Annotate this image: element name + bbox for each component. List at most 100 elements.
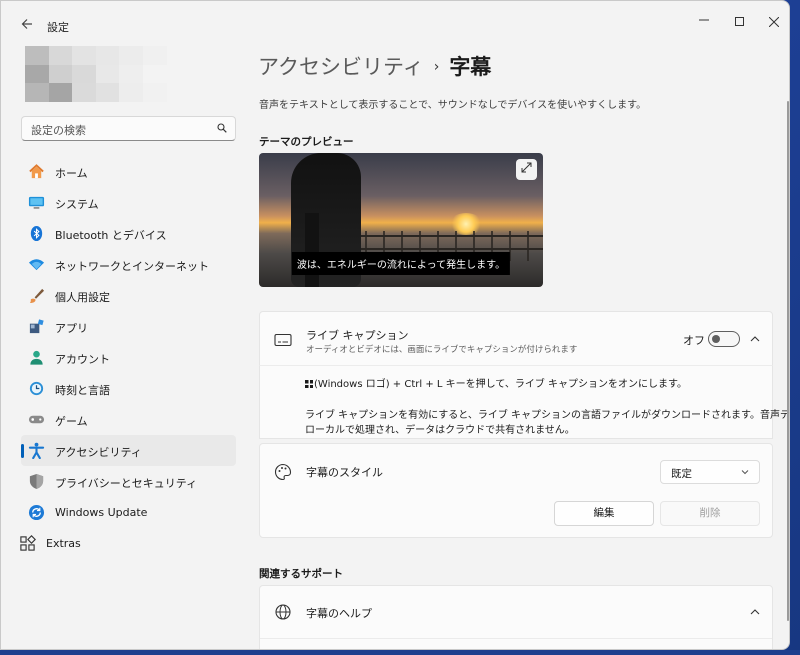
- minimize-button[interactable]: [688, 11, 720, 33]
- caption-style-value: 既定: [671, 468, 692, 480]
- avatar-tile: [119, 46, 143, 65]
- breadcrumb-separator: ›: [433, 59, 440, 75]
- delete-button[interactable]: 削除: [660, 501, 760, 526]
- sidebar-item-label: アプリ: [55, 322, 88, 335]
- avatar-tile: [142, 64, 167, 84]
- avatar-tile: [48, 83, 73, 102]
- avatar-tile: [95, 46, 120, 65]
- avatar-tile: [142, 83, 167, 102]
- maximize-button[interactable]: [723, 11, 755, 33]
- selection-indicator: [21, 444, 24, 458]
- sidebar-item-extras[interactable]: Extras: [20, 528, 236, 559]
- live-caption-card[interactable]: ライブ キャプション オーディオとビデオには、画面にライブでキャプションが付けら…: [259, 311, 773, 366]
- accessibility-icon: [28, 442, 45, 459]
- privacy-info-line1: ライブ キャプションを有効にすると、ライブ キャプションの言語ファイルがダウンロ…: [305, 410, 790, 421]
- avatar-tile: [72, 64, 96, 84]
- preview-heading: テーマのプレビュー: [259, 136, 354, 148]
- breadcrumb: アクセシビリティ › 字幕: [258, 51, 491, 81]
- sidebar-item-windows-update[interactable]: Windows Update: [21, 497, 236, 528]
- bluetooth-icon: [30, 225, 43, 242]
- extras-icon: [20, 535, 36, 551]
- home-icon: [29, 164, 44, 179]
- shortcut-hint: (Windows ロゴ) + Ctrl + L キーを押して、ライブ キャプショ…: [305, 375, 687, 390]
- caption-help-card[interactable]: 字幕のヘルプ: [259, 585, 773, 649]
- close-icon: [768, 16, 780, 28]
- avatar-tile: [119, 83, 143, 102]
- toggle-state-label: オフ: [683, 334, 705, 347]
- sidebar-item-label: システム: [55, 198, 99, 211]
- avatar-tile: [95, 83, 120, 102]
- avatar-tile: [72, 46, 96, 65]
- edit-button[interactable]: 編集: [554, 501, 654, 526]
- avatar-tile: [48, 64, 73, 84]
- avatar[interactable]: [25, 46, 167, 102]
- caption-style-select[interactable]: 既定: [660, 460, 760, 484]
- caption-sample: 波は、エネルギーの流れによって発生します。: [291, 252, 511, 275]
- search-icon: [217, 123, 227, 133]
- toggle-knob: [712, 335, 720, 343]
- expand-preview-button[interactable]: [516, 159, 537, 180]
- railing-top: [349, 235, 543, 237]
- scrollbar[interactable]: [787, 101, 789, 621]
- avatar-tile: [25, 64, 49, 84]
- palette-icon: [275, 463, 292, 481]
- sidebar-item-accessibility[interactable]: アクセシビリティ: [21, 435, 236, 466]
- sidebar-item-time-language[interactable]: 時刻と言語: [21, 373, 236, 404]
- sidebar-item-label: 時刻と言語: [55, 384, 110, 397]
- back-arrow-icon: [21, 19, 32, 29]
- live-caption-title: ライブ キャプション: [306, 329, 409, 342]
- person-leg: [305, 213, 319, 287]
- gaming-icon: [28, 415, 45, 424]
- title-bar: 設定: [1, 1, 789, 45]
- sidebar-item-home[interactable]: ホーム: [21, 156, 236, 187]
- sidebar-item-network[interactable]: ネットワークとインターネット: [21, 249, 236, 280]
- search-placeholder: 設定の検索: [31, 124, 86, 137]
- breadcrumb-parent[interactable]: アクセシビリティ: [258, 55, 424, 79]
- page-title: 字幕: [449, 55, 492, 79]
- network-icon: [28, 259, 45, 271]
- sidebar-item-system[interactable]: システム: [21, 187, 236, 218]
- sidebar-item-privacy[interactable]: プライバシーとセキュリティ: [21, 466, 236, 497]
- account-icon: [30, 350, 43, 365]
- card-divider: [260, 638, 772, 639]
- time-language-icon: [29, 381, 44, 396]
- caption-style-card: 字幕のスタイル 既定 編集 削除: [259, 443, 773, 538]
- back-button[interactable]: [17, 15, 37, 35]
- maximize-icon: [734, 17, 744, 26]
- expand-icon: [521, 162, 532, 173]
- live-caption-toggle[interactable]: [708, 331, 740, 347]
- sidebar-item-label: プライバシーとセキュリティ: [55, 477, 198, 490]
- search-input[interactable]: 設定の検索: [21, 116, 236, 141]
- sidebar-item-personalization[interactable]: 個人用設定: [21, 280, 236, 311]
- close-button[interactable]: [758, 11, 789, 33]
- taskbar: [0, 650, 800, 655]
- chevron-up-icon[interactable]: [748, 332, 762, 346]
- settings-window: 設定 設定の検索 ホーム システム Bluetooth とデバイス ネットワーク…: [0, 0, 790, 650]
- avatar-tile: [25, 46, 49, 65]
- sidebar-item-accounts[interactable]: アカウント: [21, 342, 236, 373]
- caption-preview: 波は、エネルギーの流れによって発生します。: [259, 153, 543, 287]
- windows-update-icon: [28, 504, 45, 521]
- sidebar-item-bluetooth[interactable]: Bluetooth とデバイス: [21, 218, 236, 249]
- sidebar-item-label: ゲーム: [55, 415, 88, 428]
- privacy-info-line2: ローカルで処理され、データはクラウドで共有されません。: [305, 425, 575, 436]
- sidebar-item-label: ホーム: [55, 167, 88, 180]
- caption-style-title: 字幕のスタイル: [306, 466, 383, 479]
- shield-icon: [29, 473, 44, 490]
- chevron-down-icon: [741, 470, 749, 475]
- personalization-icon: [29, 288, 45, 304]
- sidebar-item-apps[interactable]: アプリ: [21, 311, 236, 342]
- sidebar-item-label: アカウント: [55, 353, 110, 366]
- avatar-tile: [72, 83, 96, 102]
- sidebar-item-label: 個人用設定: [55, 291, 110, 304]
- app-title: 設定: [47, 21, 69, 34]
- sidebar-item-label: Bluetooth とデバイス: [55, 229, 167, 242]
- chevron-up-icon[interactable]: [748, 605, 762, 619]
- avatar-tile: [142, 46, 167, 65]
- apps-icon: [29, 319, 44, 334]
- sidebar-item-label: アクセシビリティ: [55, 446, 142, 459]
- live-caption-details: (Windows ロゴ) + Ctrl + L キーを押して、ライブ キャプショ…: [259, 365, 789, 439]
- avatar-tile: [48, 46, 73, 65]
- railing-bottom: [329, 248, 543, 250]
- sidebar-item-gaming[interactable]: ゲーム: [21, 404, 236, 435]
